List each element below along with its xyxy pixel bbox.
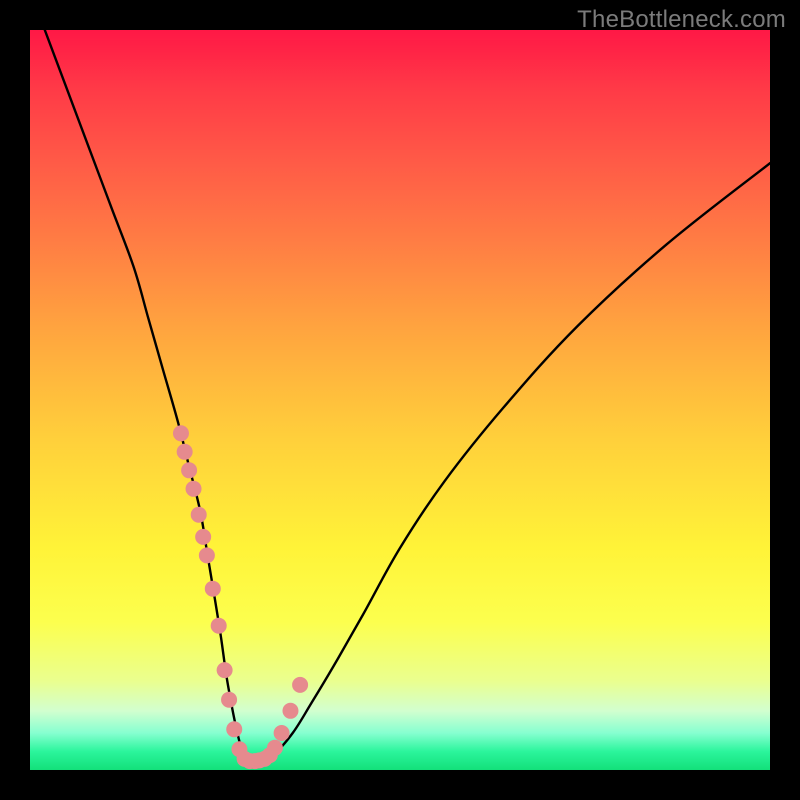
scatter-dot [181, 462, 197, 478]
scatter-dot [199, 547, 215, 563]
scatter-dot [221, 692, 237, 708]
scatter-dot [217, 662, 233, 678]
watermark-text: TheBottleneck.com [577, 6, 786, 34]
scatter-dot [226, 721, 242, 737]
scatter-dot [274, 725, 290, 741]
scatter-dot [177, 444, 193, 460]
scatter-dot [292, 677, 308, 693]
scatter-dot [282, 703, 298, 719]
bottleneck-curve [45, 30, 770, 762]
scatter-dot [191, 507, 207, 523]
scatter-dot [173, 425, 189, 441]
scatter-dot [267, 740, 283, 756]
scatter-dots [173, 425, 308, 769]
scatter-dot [211, 618, 227, 634]
curve-layer [30, 30, 770, 770]
scatter-dot [205, 581, 221, 597]
chart-container: TheBottleneck.com [0, 0, 800, 800]
scatter-dot [186, 481, 202, 497]
scatter-dot [195, 529, 211, 545]
plot-area [30, 30, 770, 770]
